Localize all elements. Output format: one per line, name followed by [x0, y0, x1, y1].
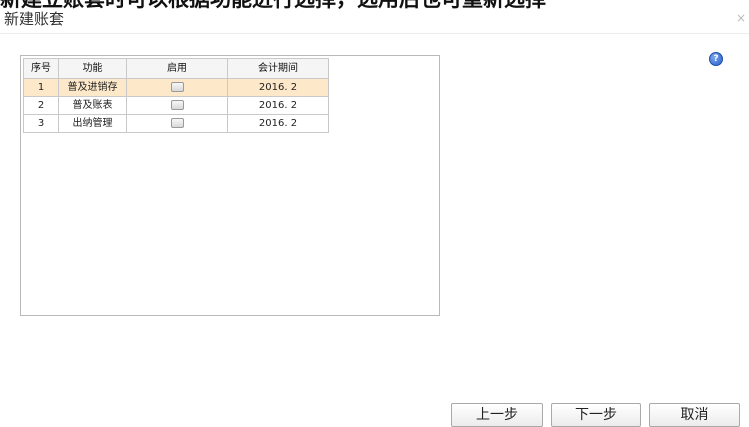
help-icon[interactable]: ?: [709, 52, 723, 66]
row-function: 普及进销存: [58, 78, 127, 97]
table-row[interactable]: 2 普及账表 2016. 2: [23, 96, 329, 115]
header-period[interactable]: 会计期间: [227, 58, 329, 79]
header-no[interactable]: 序号: [23, 58, 59, 79]
dialog-title: 新建账套: [4, 10, 65, 28]
next-step-button[interactable]: 下一步: [551, 403, 641, 427]
row-enable-cell: [126, 78, 228, 97]
enable-checkbox[interactable]: [170, 99, 184, 110]
title-divider: [0, 33, 749, 34]
header-function[interactable]: 功能: [58, 58, 127, 79]
enable-checkbox[interactable]: [170, 117, 184, 128]
row-function: 出纳管理: [58, 114, 127, 133]
function-grid-panel: 序号 功能 启用 会计期间 1 普及进销存 2016. 2 2 普及账表 201…: [20, 55, 440, 316]
row-period[interactable]: 2016. 2: [227, 96, 329, 115]
close-icon[interactable]: ×: [736, 12, 746, 24]
row-no: 2: [23, 96, 59, 115]
table-row[interactable]: 3 出纳管理 2016. 2: [23, 114, 329, 133]
row-no: 3: [23, 114, 59, 133]
top-banner-text: 新建立账套时可以根据功能进行选择，选用后也可重新选择: [0, 0, 749, 11]
enable-checkbox[interactable]: [170, 81, 184, 92]
row-enable-cell: [126, 114, 228, 133]
header-enable[interactable]: 启用: [126, 58, 228, 79]
row-no: 1: [23, 78, 59, 97]
table-row[interactable]: 1 普及进销存 2016. 2: [23, 78, 329, 97]
function-grid: 序号 功能 启用 会计期间 1 普及进销存 2016. 2 2 普及账表 201…: [23, 58, 329, 133]
row-period[interactable]: 2016. 2: [227, 78, 329, 97]
row-period[interactable]: 2016. 2: [227, 114, 329, 133]
grid-header-row: 序号 功能 启用 会计期间: [23, 58, 329, 79]
row-function: 普及账表: [58, 96, 127, 115]
row-enable-cell: [126, 96, 228, 115]
cancel-button[interactable]: 取消: [649, 403, 740, 427]
prev-step-button[interactable]: 上一步: [451, 403, 543, 427]
